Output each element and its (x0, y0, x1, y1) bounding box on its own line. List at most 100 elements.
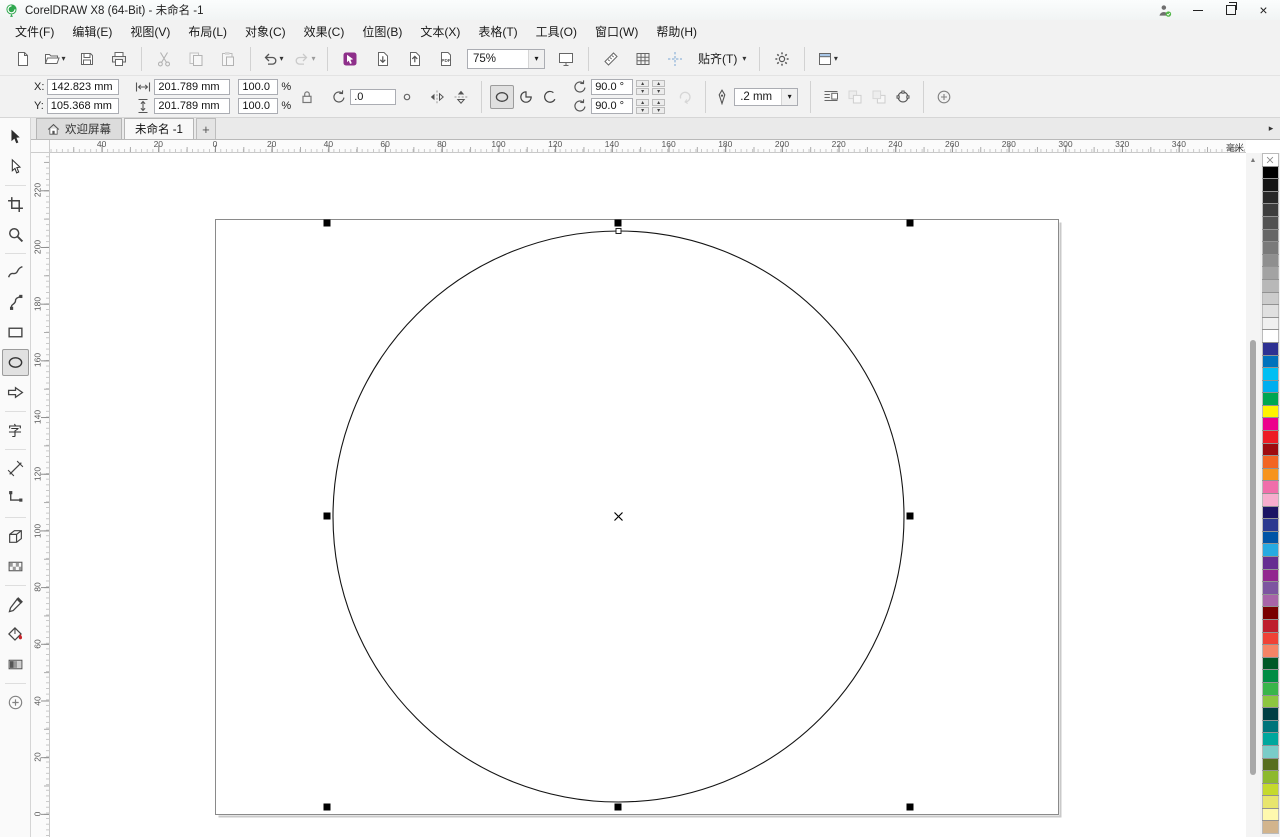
application-launcher-button[interactable]: ▾ (812, 46, 842, 72)
arc-mode-button[interactable] (538, 85, 562, 109)
outline-width-select[interactable]: .2 mm▾ (734, 88, 798, 106)
fullscreen-preview-button[interactable] (551, 46, 581, 72)
end-angle-input[interactable] (591, 98, 633, 114)
scroll-up-button[interactable]: ▲ (1246, 153, 1260, 167)
minimize-button[interactable] (1181, 0, 1214, 20)
change-direction-button[interactable] (673, 85, 697, 109)
menu-table[interactable]: 表格(T) (469, 20, 526, 42)
smart-fill-tool[interactable] (2, 621, 29, 648)
color-swatch[interactable] (1263, 507, 1278, 519)
text-tool[interactable]: 字 (2, 417, 29, 444)
copy-button[interactable] (181, 46, 211, 72)
rectangle-tool[interactable] (2, 319, 29, 346)
common-shapes-tool[interactable] (2, 379, 29, 406)
vertical-ruler[interactable]: 220200180160140120100806040200 (31, 153, 50, 837)
color-swatch[interactable] (1263, 759, 1278, 771)
spin-up-icon[interactable]: ▴ (652, 80, 665, 87)
rotation-angle-input[interactable] (350, 89, 396, 105)
color-swatch[interactable] (1263, 595, 1278, 607)
account-button[interactable] (1148, 0, 1181, 20)
color-swatch[interactable] (1263, 192, 1278, 204)
spin-up-icon[interactable]: ▴ (636, 99, 649, 106)
color-swatch[interactable] (1263, 431, 1278, 443)
spin-down-icon[interactable]: ▾ (652, 107, 665, 114)
tab-untitled-1[interactable]: 未命名 -1 (124, 118, 194, 139)
options-button[interactable] (767, 46, 797, 72)
scrollbar-thumb[interactable] (1250, 340, 1256, 775)
color-swatch[interactable] (1263, 418, 1278, 430)
customize-button[interactable] (932, 85, 956, 109)
color-swatch[interactable] (1263, 670, 1278, 682)
color-swatch[interactable] (1263, 305, 1278, 317)
dropdown-caret-icon[interactable]: ▾ (279, 54, 283, 63)
publish-to-pdf-button[interactable]: PDF (431, 46, 461, 72)
zoom-dropdown-caret-icon[interactable]: ▾ (528, 50, 544, 68)
open-button[interactable]: ▾ (40, 46, 70, 72)
color-swatch[interactable] (1263, 267, 1278, 279)
menu-effects[interactable]: 效果(C) (295, 20, 354, 42)
show-rulers-button[interactable] (596, 46, 626, 72)
restore-button[interactable] (1214, 0, 1247, 20)
object-y-input[interactable] (47, 98, 119, 114)
color-swatch[interactable] (1263, 696, 1278, 708)
cut-button[interactable] (149, 46, 179, 72)
parallel-dimension-tool[interactable] (2, 455, 29, 482)
color-swatch[interactable] (1263, 179, 1278, 191)
dropdown-caret-icon[interactable]: ▾ (311, 54, 315, 63)
mirror-horizontal-button[interactable] (425, 85, 449, 109)
color-swatch[interactable] (1263, 368, 1278, 380)
color-swatch[interactable] (1263, 746, 1278, 758)
menu-object[interactable]: 对象(C) (236, 20, 295, 42)
color-swatch[interactable] (1263, 809, 1278, 821)
tab-scroll-right-button[interactable]: ▸ (1262, 118, 1280, 139)
color-swatch[interactable] (1263, 230, 1278, 242)
object-height-input[interactable] (154, 98, 230, 114)
color-swatch[interactable] (1263, 544, 1278, 556)
color-swatch[interactable] (1263, 293, 1278, 305)
shape-tool[interactable] (2, 153, 29, 180)
ellipse-mode-button[interactable] (490, 85, 514, 109)
color-swatch[interactable] (1263, 582, 1278, 594)
color-swatch[interactable] (1263, 633, 1278, 645)
color-swatch[interactable] (1263, 204, 1278, 216)
color-swatch[interactable] (1263, 167, 1278, 179)
menu-edit[interactable]: 编辑(E) (63, 20, 121, 42)
color-swatch[interactable] (1263, 330, 1278, 342)
to-back-button[interactable] (867, 85, 891, 109)
ruler-origin[interactable] (31, 140, 50, 153)
lock-ratio-button[interactable] (295, 85, 319, 109)
snap-to-button[interactable]: 贴齐(T)▾ (692, 46, 752, 72)
menu-help[interactable]: 帮助(H) (647, 20, 706, 42)
dropdown-caret-icon[interactable]: ▾ (834, 54, 838, 63)
spin-down-icon[interactable]: ▾ (652, 88, 665, 95)
menu-file[interactable]: 文件(F) (6, 20, 63, 42)
new-tab-button[interactable]: + (196, 118, 216, 139)
paste-button[interactable] (213, 46, 243, 72)
color-swatch[interactable] (1263, 469, 1278, 481)
color-swatch[interactable] (1263, 456, 1278, 468)
show-guidelines-button[interactable] (660, 46, 690, 72)
color-swatch[interactable] (1263, 708, 1278, 720)
color-swatch[interactable] (1263, 607, 1278, 619)
color-swatch[interactable] (1263, 217, 1278, 229)
connector-tool[interactable] (2, 485, 29, 512)
outline-dropdown-caret-icon[interactable]: ▾ (781, 89, 797, 105)
extrude-tool[interactable] (2, 523, 29, 550)
show-grid-button[interactable] (628, 46, 658, 72)
menu-window[interactable]: 窗口(W) (586, 20, 647, 42)
color-swatch[interactable] (1263, 658, 1278, 670)
close-button[interactable]: × (1247, 0, 1280, 20)
color-swatch[interactable] (1263, 620, 1278, 632)
object-x-input[interactable] (47, 79, 119, 95)
color-swatch[interactable] (1263, 356, 1278, 368)
export-button[interactable] (399, 46, 429, 72)
color-swatch[interactable] (1263, 381, 1278, 393)
object-width-input[interactable] (154, 79, 230, 95)
start-angle-input[interactable] (591, 79, 633, 95)
spin-down-icon[interactable]: ▾ (636, 107, 649, 114)
ellipse-tool[interactable] (2, 349, 29, 376)
freehand-tool[interactable] (2, 259, 29, 286)
color-swatch[interactable] (1263, 343, 1278, 355)
color-swatch[interactable] (1263, 494, 1278, 506)
menu-layout[interactable]: 布局(L) (179, 20, 236, 42)
